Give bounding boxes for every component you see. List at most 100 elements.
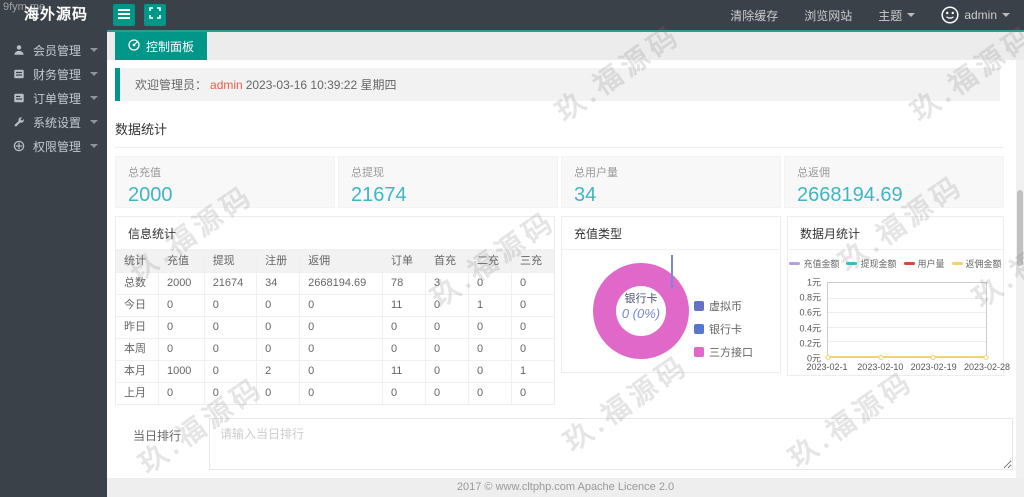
table-cell: 今日 [116,294,159,317]
table-cell: 0 [467,316,512,339]
legend-label: 用户量 [917,259,945,269]
legend-label: 三方接口 [709,347,753,359]
sidebar-item-members[interactable]: 会员管理 [0,38,107,62]
table-cell: 0 [299,338,383,361]
fullscreen-button[interactable] [144,4,166,26]
stat-card: 总充值 2000 [115,156,335,208]
table-cell: 0 [157,382,205,404]
table-row: 总数 2000 21674 34 2668194.69 78 3 0 0 [116,272,554,295]
table-header-cell: 二充 [467,250,512,273]
chevron-down-icon [90,96,98,104]
line-chart: 1元 0.8元 0.6元 0.4元 0.2元 0元 2023-02-1 2023-02-10… [794,277,1010,380]
welcome-username: admin [210,78,243,92]
y-tick-label: 0.8元 [799,292,821,303]
table-cell: 0 [157,294,205,317]
legend-line-swatch [951,262,963,265]
table-cell: 3 [424,272,469,295]
chevron-down-icon [90,48,98,56]
sidebar-item-label: 财务管理 [33,67,82,82]
table-cell: 11 [381,294,426,317]
legend-label: 虚拟币 [709,301,742,313]
table-cell: 11 [381,360,426,383]
sidebar-item-system[interactable]: 系统设置 [0,110,107,134]
data-point-marker [930,355,936,360]
table-row: 今日 0 0 0 0 11 0 1 0 [116,294,554,317]
line-chart-legend: 充值金额 提现金额 用户量 返佣金额 [788,257,1003,270]
user-menu[interactable]: admin [941,6,1010,24]
wrench-icon [13,116,27,128]
legend-line-swatch [903,262,915,265]
table-cell: 0 [424,294,469,317]
legend-swatch [694,301,704,311]
table-cell: 2000 [157,272,205,295]
app-logo: 海外源码 [24,6,89,23]
table-cell: 0 [510,316,554,339]
table-cell: 0 [256,338,301,361]
line-legend-item[interactable]: 充值金额 [789,257,839,270]
pie-label-name: 银行卡 [624,293,658,305]
daily-rank-textarea[interactable] [209,418,1013,470]
pie-label-line [671,255,673,289]
stat-card: 总返佣 2668194.69 [784,156,1004,208]
info-stats-panel: 信息统计 统计 充值 提现 注册 返佣 订单 首充 二充 三充 总数 2000 21674 34 2668… [115,216,555,405]
table-cell: 2668194.69 [299,272,383,295]
data-point-marker [983,355,989,360]
stat-card-value: 2668194.69 [797,184,903,206]
pie-label-value: 0 (0%) [621,306,661,321]
table-cell: 0 [203,338,258,361]
browse-site-link[interactable]: 浏览网站 [804,7,852,24]
hamburger-icon [118,6,130,24]
recharge-type-panel: 充值类型 银行卡 0 (0%) 虚拟币 银行卡 三方接口 [561,216,781,373]
chevron-down-icon [1002,13,1010,21]
stat-card-label: 总提现 [351,167,384,179]
sidebar-item-label: 订单管理 [33,91,82,106]
clear-cache-link[interactable]: 清除缓存 [730,7,778,24]
panel-title: 数据月统计 [788,217,1003,250]
tab-dashboard[interactable]: 控制面板 [115,32,208,60]
welcome-prefix: 欢迎管理员： [135,78,208,92]
sidebar-item-finance[interactable]: 财务管理 [0,62,107,86]
line-legend-item[interactable]: 用户量 [903,257,945,270]
pie-legend-item[interactable]: 银行卡 [694,321,753,337]
top-navbar: 海外源码 清除缓存 浏览网站 主题 admin [0,0,1024,30]
theme-dropdown[interactable]: 主题 [878,7,916,24]
table-header-row: 统计 充值 提现 注册 返佣 订单 首充 二充 三充 [116,250,554,273]
pie-legend-item[interactable]: 三方接口 [694,344,753,360]
table-cell: 本周 [116,338,159,361]
legend-label: 提现金额 [860,259,897,269]
footer: 2017 © www.cltphp.com Apache Licence 2.0 [107,478,1024,497]
stat-card-value: 2000 [128,184,173,206]
table-cell: 0 [381,382,426,404]
table-header-cell: 充值 [157,250,205,273]
collapse-menu-button[interactable] [113,4,135,26]
table-cell: 34 [256,272,301,295]
table-cell: 0 [157,338,205,361]
x-tick-label: 2023-02-19 [910,362,957,372]
table-header-cell: 提现 [203,250,258,273]
monthly-stats-panel: 数据月统计 充值金额 提现金额 用户量 返佣金额 1元 0.8元 0.6元 0.4元 0.2元… [787,216,1010,376]
pie-center-label: 银行卡 0 (0%) [593,290,689,321]
legend-line-swatch [846,262,858,265]
stat-card-label: 总返佣 [797,167,830,179]
stat-card: 总用户量 34 [561,156,781,208]
x-tick-label: 2023-02-28 [963,362,1011,372]
line-legend-item[interactable]: 返佣金额 [951,257,1002,270]
scrollbar-thumb[interactable] [1017,190,1023,266]
x-axis-labels: 2023-02-1 2023-02-10 2023-02-19 2023-02-28 [806,362,1010,374]
table-cell: 0 [203,294,258,317]
line-legend-item[interactable]: 提现金额 [846,257,897,270]
sidebar-item-permission[interactable]: 权限管理 [0,134,107,158]
table-row: 上月 0 0 0 0 0 0 0 0 [116,382,554,404]
stat-cards-row: 总充值 2000 总提现 21674 总用户量 34 总返佣 2668194.69 [115,156,1004,208]
gridline [828,312,986,314]
legend-line-swatch [789,262,801,265]
stat-card-value: 21674 [351,184,407,206]
sidebar-item-orders[interactable]: 订单管理 [0,86,107,110]
table-cell: 本月 [116,360,159,383]
pie-legend-item[interactable]: 虚拟币 [694,298,753,314]
sidebar-item-label: 系统设置 [33,115,82,130]
table-cell: 1 [467,294,512,317]
table-header-cell: 三充 [510,250,554,273]
table-cell: 0 [256,316,301,339]
table-cell: 0 [299,360,383,383]
